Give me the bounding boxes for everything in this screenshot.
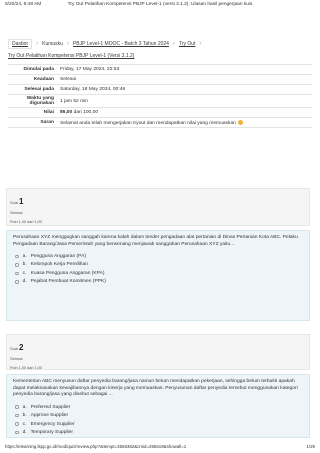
summary-row-time-taken: Waktu yang digunakan 1 jam 52 min [8,95,312,108]
question-status: Selesai [10,357,23,361]
answer-option[interactable]: b. Approve Supplier [13,411,303,420]
answer-option[interactable]: a. Preferred Supplier [13,403,303,412]
option-letter: c. [22,270,27,276]
summary-row-started: Dimulai pada Friday, 17 May 2024, 22:53 [8,65,312,75]
breadcrumb: Dasbor › Kursusku › PBJP Level-1 MOOC - … [8,39,312,59]
summary-value: Saturday, 18 May 2024, 00:46 [60,87,126,92]
radio-button[interactable] [15,263,19,267]
feedback-text: Selamat anda telah mengerjakan tryout da… [60,120,236,126]
breadcrumb-separator: › [66,41,69,47]
grade-max: dari 100,00 [72,110,99,115]
radio-button[interactable] [15,413,19,418]
option-text: Approve Supplier [30,413,69,419]
option-letter: b. [22,413,27,419]
question-points: Poin 1,00 dari 1,00 [10,366,42,370]
breadcrumb-try-out[interactable]: Try Out [179,41,195,47]
summary-value: Selamat anda telah mengerjakan tryout da… [60,119,312,127]
summary-row-feedback: Saran Selamat anda telah mengerjakan try… [8,118,312,128]
option-letter: d. [22,430,27,436]
radio-button[interactable] [15,271,19,276]
summary-key: Nilai [43,110,54,115]
question-text: Perusahaan XYZ menggugkan sanggah karena… [13,235,298,247]
summary-key: Selesai pada [24,87,54,92]
question-content: Kementerian ABC menyusun daftar penyedia… [6,374,310,438]
summary-value: 86,00 dari 100,00 [60,109,312,116]
breadcrumb-separator: › [199,41,202,47]
answer-option[interactable]: b. Kelompok Kerja Pemilihan [13,261,303,270]
question-number: 2 [19,343,24,352]
option-text: Kuasa Pengguna Anggaran (KPA) [30,270,105,276]
print-url: https://elearning.lkpp.go.id/mod/quiz/re… [5,444,187,449]
attempt-summary-table: Dimulai pada Friday, 17 May 2024, 22:53 … [8,64,312,128]
answer-option[interactable]: d. Temporary Supplier [13,428,303,437]
radio-button[interactable] [15,280,19,284]
summary-key: Dimulai pada [23,67,54,72]
answer-options: a. Pengguna Anggaran (PA) b. Kelompok Kerj… [13,252,303,286]
option-letter: c. [22,421,27,427]
radio-button[interactable] [15,405,19,409]
answer-options: a. Preferred Supplier b. Approve Supplier … [13,403,303,437]
radio-button[interactable] [15,430,19,435]
question-points: Poin 1,00 dari 1,00 [10,220,42,224]
question-status: Selesai [10,211,23,215]
breadcrumb-dasbor[interactable]: Dasbor [8,39,33,49]
summary-row-state: Keadaan Selesai [8,75,312,85]
summary-value: Selesai [60,77,77,82]
answer-option[interactable]: c. Kuasa Pengguna Anggaran (KPA) [13,269,303,278]
print-page-number: 1/29 [306,444,315,449]
summary-value: Friday, 17 May 2024, 22:53 [60,67,120,72]
answer-option[interactable]: d. Pejabat Pembuat Komitmen (PPK) [13,278,303,287]
question-info: Soal1 Selesai Poin 1,00 dari 1,00 [6,188,310,226]
summary-value: 1 jam 52 min [60,98,88,104]
breadcrumb-separator: › [172,41,175,47]
question-content: Perusahaan XYZ menggugkan sanggah karena… [6,230,310,321]
question-label: Soal [10,200,19,205]
breadcrumb-current-quiz[interactable]: Try Out Pelatihan Kompetensi PBJP Level-… [8,53,134,59]
option-text: Kelompok Kerja Pemilihan [30,262,88,268]
question-number: 1 [19,197,24,206]
breadcrumb-kursusku[interactable]: Kursusku [42,41,63,47]
smiley-emoji-icon [237,119,243,125]
question-text: Kementerian ABC menyusun daftar penyedia… [13,379,298,398]
option-letter: a. [22,253,27,259]
breadcrumb-separator: › [36,41,39,47]
answer-option[interactable]: c. Emergency Supplier [13,420,303,429]
option-text: Preferred Supplier [30,404,71,410]
option-letter: d. [22,279,27,285]
radio-button[interactable] [15,254,19,259]
breadcrumb-course[interactable]: PBJP Level-1 MOOC - Batch 3 Tahun 2024 [73,41,169,47]
print-title: Try Out Pelatihan Kompetensi PBJP Level-… [67,2,253,7]
option-text: Pengguna Anggaran (PA) [30,253,86,259]
option-text: Emergency Supplier [30,421,75,427]
summary-key: Waktu yang digunakan [26,96,54,106]
answer-option[interactable]: a. Pengguna Anggaran (PA) [13,252,303,261]
option-text: Pejabat Pembuat Komitmen (PPK) [30,279,106,285]
radio-button[interactable] [15,422,19,426]
option-letter: a. [22,404,27,410]
summary-row-completed: Selesai pada Saturday, 18 May 2024, 00:4… [8,85,312,95]
question-info: Soal2 Selesai Poin 1,00 dari 1,00 [6,334,310,370]
summary-key: Keadaan [33,77,54,82]
summary-key: Saran [40,120,54,125]
grade-value: 86,00 [60,110,73,115]
option-letter: b. [22,262,27,268]
question-label: Soal [10,346,19,351]
summary-row-grade: Nilai 86,00 dari 100,00 [8,108,312,118]
option-text: Temporary Supplier [30,430,73,436]
